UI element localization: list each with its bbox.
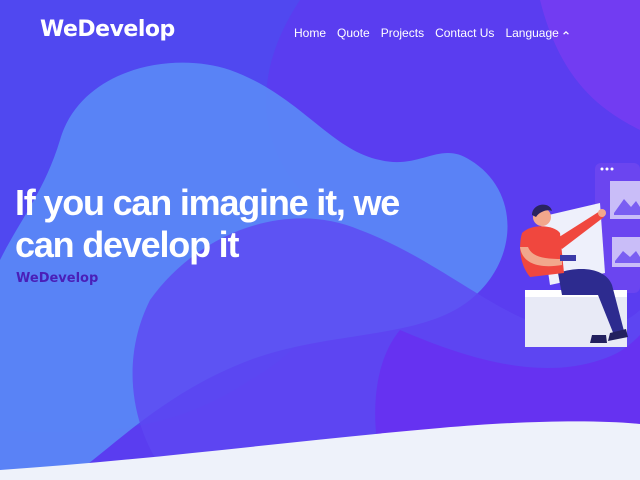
nav-link-projects[interactable]: Projects [381,26,424,40]
hero-section: WeDevelop Home Quote Projects Contact Us… [0,0,640,480]
main-nav: Home Quote Projects Contact Us Language [294,26,570,40]
language-label: Language [505,26,559,40]
language-dropdown[interactable]: Language [505,26,569,40]
developer-illustration [520,163,640,347]
chevron-up-icon [563,30,569,35]
hero-headline: If you can imagine it, we can develop it [15,182,400,265]
nav-link-quote[interactable]: Quote [337,26,370,40]
brand-logo[interactable]: WeDevelop [40,17,175,42]
hero-tagline: WeDevelop [16,271,99,286]
nav-link-home[interactable]: Home [294,26,326,40]
nav-link-contact[interactable]: Contact Us [435,26,494,40]
